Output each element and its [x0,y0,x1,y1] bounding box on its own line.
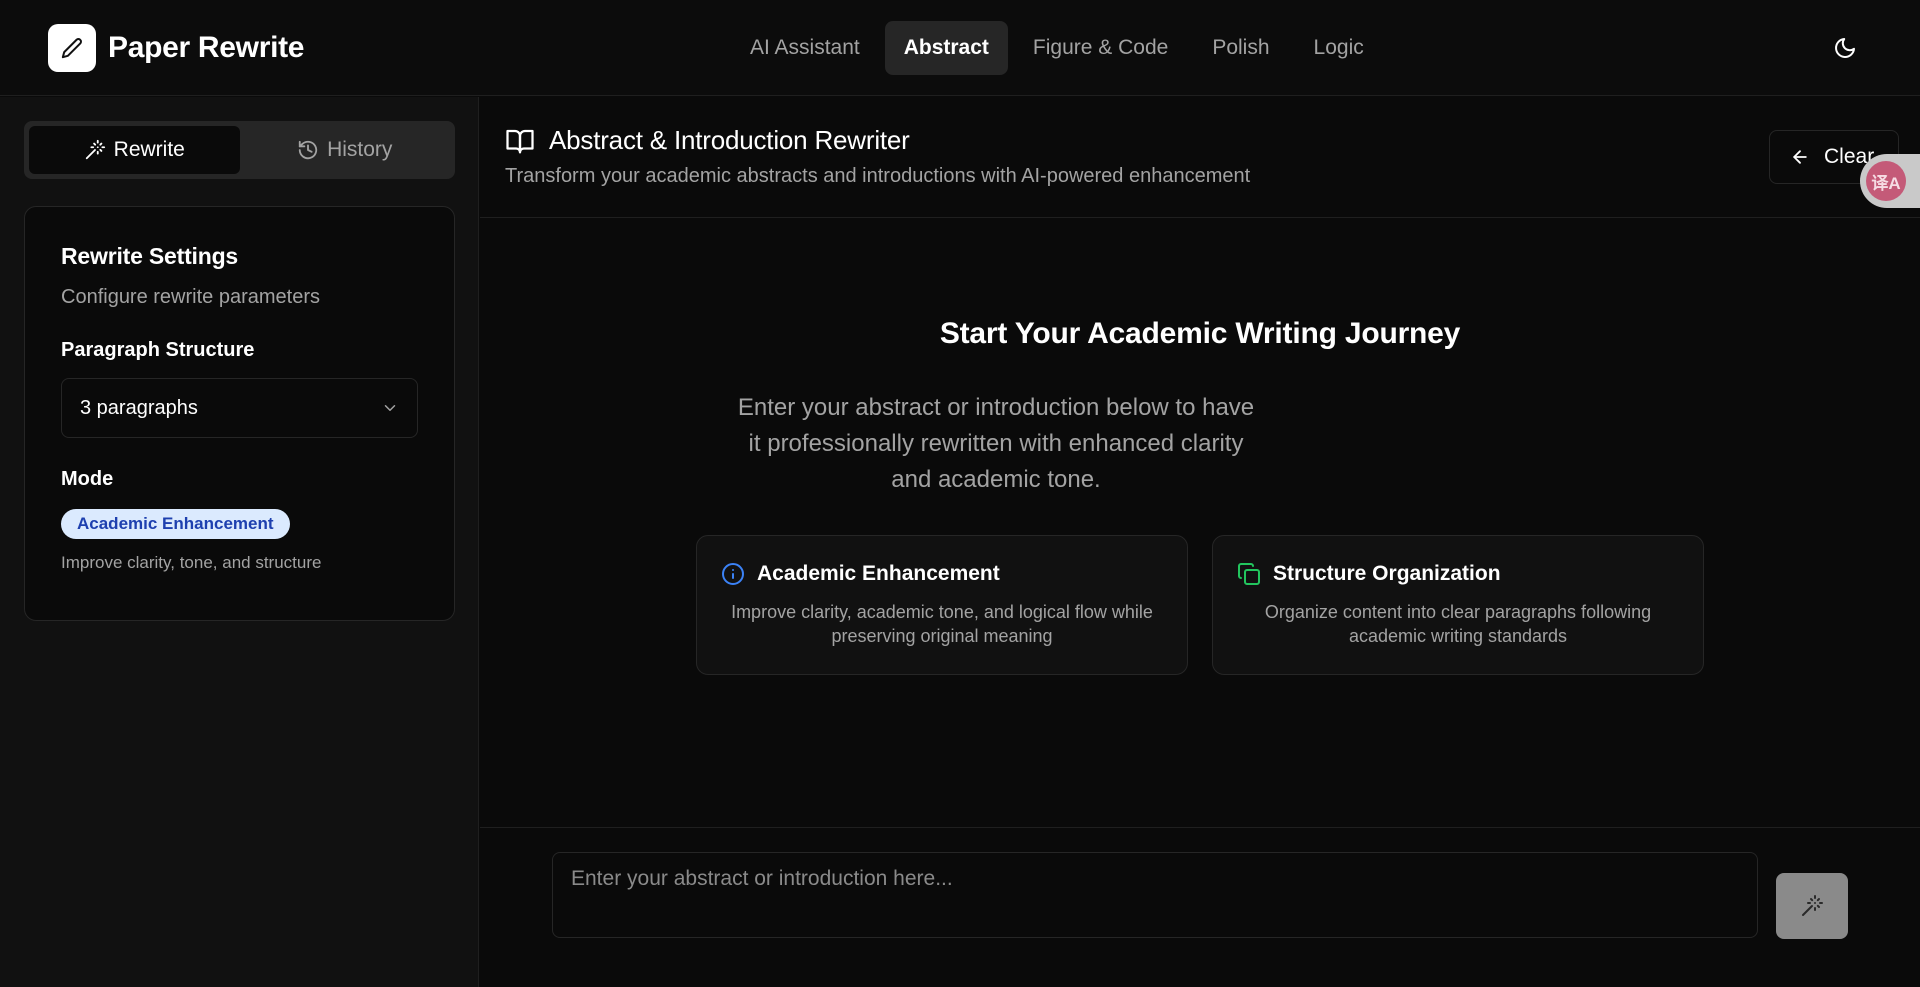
nav-polish[interactable]: Polish [1193,21,1288,75]
tab-rewrite[interactable]: Rewrite [29,126,240,174]
nav-abstract[interactable]: Abstract [884,21,1008,75]
settings-title: Rewrite Settings [61,243,239,269]
feature-title: Academic Enhancement [757,562,1000,585]
tab-history-label: History [327,138,393,161]
hero-text: Enter your abstract or introduction belo… [737,394,1255,493]
history-icon [298,140,318,160]
paragraph-structure-select[interactable]: 3 paragraphs [61,378,418,438]
copy-icon [1238,563,1260,585]
nav-ai-assistant[interactable]: AI Assistant [731,21,879,75]
paragraph-structure-label: Paragraph Structure [61,339,255,361]
feature-head: Academic Enhancement [721,562,1163,586]
feature-desc: Improve clarity, academic tone, and logi… [731,602,1153,646]
sidebar: Rewrite History Rewrite Settings Configu… [0,97,479,987]
settings-subtitle: Configure rewrite parameters [61,286,320,308]
arrow-left-icon [1793,150,1807,164]
sidebar-tabs: Rewrite History [24,121,455,179]
theme-toggle-button[interactable] [1830,33,1860,63]
main-title-row: Abstract & Introduction Rewriter [505,125,910,156]
chevron-down-icon [384,405,396,411]
info-icon [722,563,744,585]
top-bar: Paper Rewrite AI Assistant Abstract Figu… [0,0,1920,96]
tab-rewrite-label: Rewrite [113,138,185,161]
page-title: Abstract & Introduction Rewriter [549,125,910,155]
main-panel: Abstract & Introduction Rewriter Transfo… [480,97,1920,987]
pencil-icon [48,24,96,72]
feature-card-structure-organization: Structure Organization Organize content … [1212,535,1704,675]
feature-desc: Organize content into clear paragraphs f… [1264,602,1652,646]
paragraph-structure-value: 3 paragraphs [80,396,198,419]
book-open-icon [506,129,534,153]
translate-icon: 译A [1866,161,1906,201]
feature-card-academic-enhancement: Academic Enhancement Improve clarity, ac… [696,535,1188,675]
main-header: Abstract & Introduction Rewriter Transfo… [480,97,1920,218]
rewrite-submit-button[interactable] [1776,873,1848,939]
nav-figure-code[interactable]: Figure & Code [1014,21,1187,75]
mode-description: Improve clarity, tone, and structure [61,553,322,572]
feature-title: Structure Organization [1273,562,1501,585]
magic-wand-icon [1802,895,1823,916]
mode-badge[interactable]: Academic Enhancement [61,509,290,539]
tab-history[interactable]: History [240,126,451,174]
magic-wand-icon [85,139,105,160]
translate-widget[interactable]: 译A [1860,154,1920,208]
mode-label: Mode [61,468,114,490]
main-nav: AI Assistant Abstract Figure & Code Poli… [731,21,1383,75]
abstract-input[interactable] [552,852,1758,938]
brand-name: Paper Rewrite [108,31,305,64]
page-subtitle: Transform your academic abstracts and in… [505,165,1251,187]
brand[interactable]: Paper Rewrite [48,24,304,72]
hero-title: Start Your Academic Writing Journey [939,317,1461,350]
rewrite-settings-card: Rewrite Settings Configure rewrite param… [24,206,455,621]
nav-logic[interactable]: Logic [1295,21,1383,75]
moon-icon [1835,38,1855,58]
feature-head: Structure Organization [1237,562,1679,586]
composer [480,827,1920,987]
